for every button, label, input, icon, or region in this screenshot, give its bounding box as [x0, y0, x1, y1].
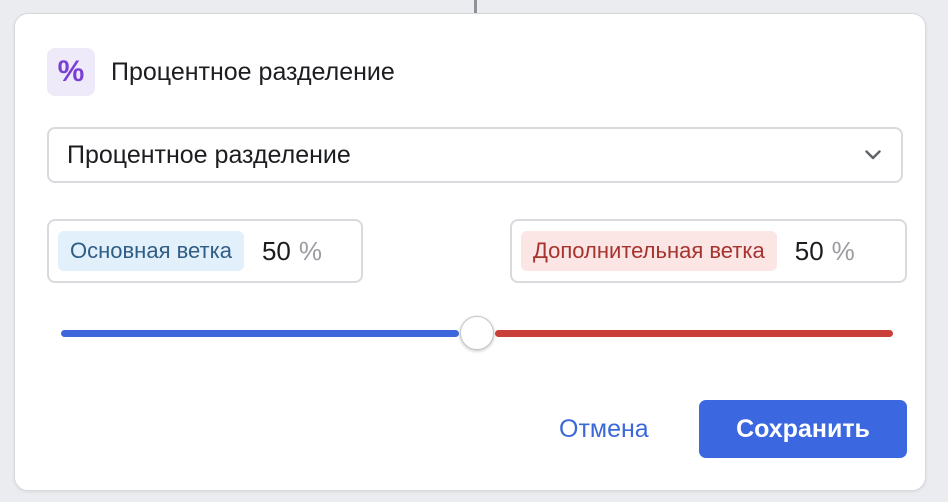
split-type-select[interactable]: Процентное разделение [47, 127, 903, 183]
slider-thumb[interactable] [460, 316, 494, 350]
slider-track-extra [495, 330, 893, 337]
split-slider[interactable] [61, 314, 893, 354]
card-header: % Процентное разделение [47, 48, 395, 96]
split-type-selected-value: Процентное разделение [67, 140, 351, 169]
chevron-down-icon [865, 150, 881, 160]
main-branch-tag: Основная ветка [58, 231, 244, 271]
main-branch-percent[interactable]: 50 [262, 236, 291, 267]
card-title: Процентное разделение [111, 57, 395, 86]
cancel-button[interactable]: Отмена [543, 400, 665, 458]
main-branch-percent-unit: % [298, 235, 323, 266]
extra-branch-percent-unit: % [831, 235, 855, 266]
slider-track-main [61, 330, 459, 337]
percent-icon: % [47, 48, 95, 96]
extra-branch-percent[interactable]: 50 [795, 236, 824, 267]
save-button[interactable]: Сохранить [699, 400, 907, 458]
main-branch-field[interactable]: Основная ветка 50 % [47, 219, 363, 283]
extra-branch-field[interactable]: Дополнительная ветка 50 % [510, 219, 907, 283]
percent-split-card: % Процентное разделение Процентное разде… [14, 13, 926, 491]
extra-branch-tag: Дополнительная ветка [521, 231, 777, 271]
